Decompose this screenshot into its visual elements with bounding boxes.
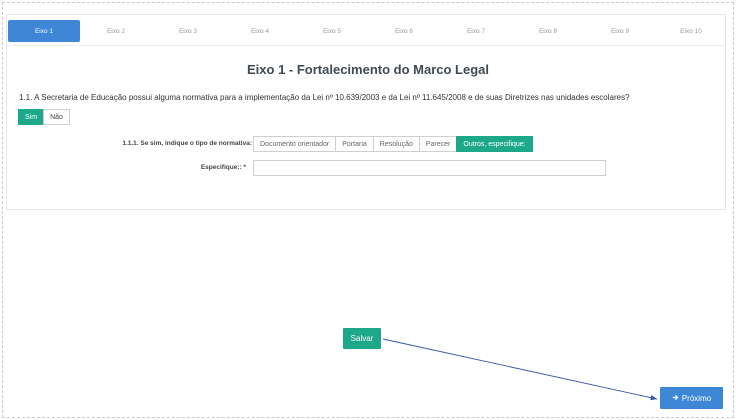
option-portaria[interactable]: Portaria — [335, 136, 374, 152]
arrow-right-icon — [672, 394, 679, 403]
next-button-label: Próximo — [681, 393, 712, 403]
tabs-divider — [6, 45, 726, 46]
next-button[interactable]: Próximo — [660, 387, 723, 409]
tab-eixo-6[interactable]: Eixo 6 — [368, 20, 440, 42]
tab-eixo-7[interactable]: Eixo 7 — [440, 20, 512, 42]
yes-no-toggle: Sim Não — [18, 109, 70, 125]
yes-button[interactable]: Sim — [18, 109, 45, 125]
page-title: Eixo 1 - Fortalecimento do Marco Legal — [247, 62, 489, 77]
option-resolucao[interactable]: Resolução — [372, 136, 420, 152]
normative-type-options: Documento orientador Portaria Resolução … — [253, 136, 533, 152]
option-outros[interactable]: Outros, especifique: — [456, 136, 533, 152]
tab-eixo-3[interactable]: Eixo 3 — [152, 20, 224, 42]
tab-eixo-8[interactable]: Eixo 8 — [512, 20, 584, 42]
question-text: 1.1. A Secretaria de Educação possui alg… — [19, 93, 630, 102]
normative-type-label: 1.1.1. Se sim, indique o tipo de normati… — [122, 140, 252, 147]
tab-eixo-4[interactable]: Eixo 4 — [224, 20, 296, 42]
specify-input[interactable] — [253, 160, 606, 176]
option-documento-orientador[interactable]: Documento orientador — [253, 136, 337, 152]
tab-eixo-1[interactable]: Eixo 1 — [8, 20, 80, 42]
no-button[interactable]: Não — [43, 109, 70, 125]
specify-label: Especifique:: * — [200, 164, 246, 171]
axis-tabs: Eixo 1 Eixo 2 Eixo 3 Eixo 4 Eixo 5 Eixo … — [8, 20, 726, 44]
save-button[interactable]: Salvar — [343, 328, 381, 349]
tab-eixo-5[interactable]: Eixo 5 — [296, 20, 368, 42]
option-parecer[interactable]: Parecer — [418, 136, 458, 152]
tab-eixo-2[interactable]: Eixo 2 — [80, 20, 152, 42]
tab-eixo-9[interactable]: Eixo 9 — [584, 20, 656, 42]
tab-eixo-10[interactable]: Eixo 10 — [656, 20, 726, 42]
